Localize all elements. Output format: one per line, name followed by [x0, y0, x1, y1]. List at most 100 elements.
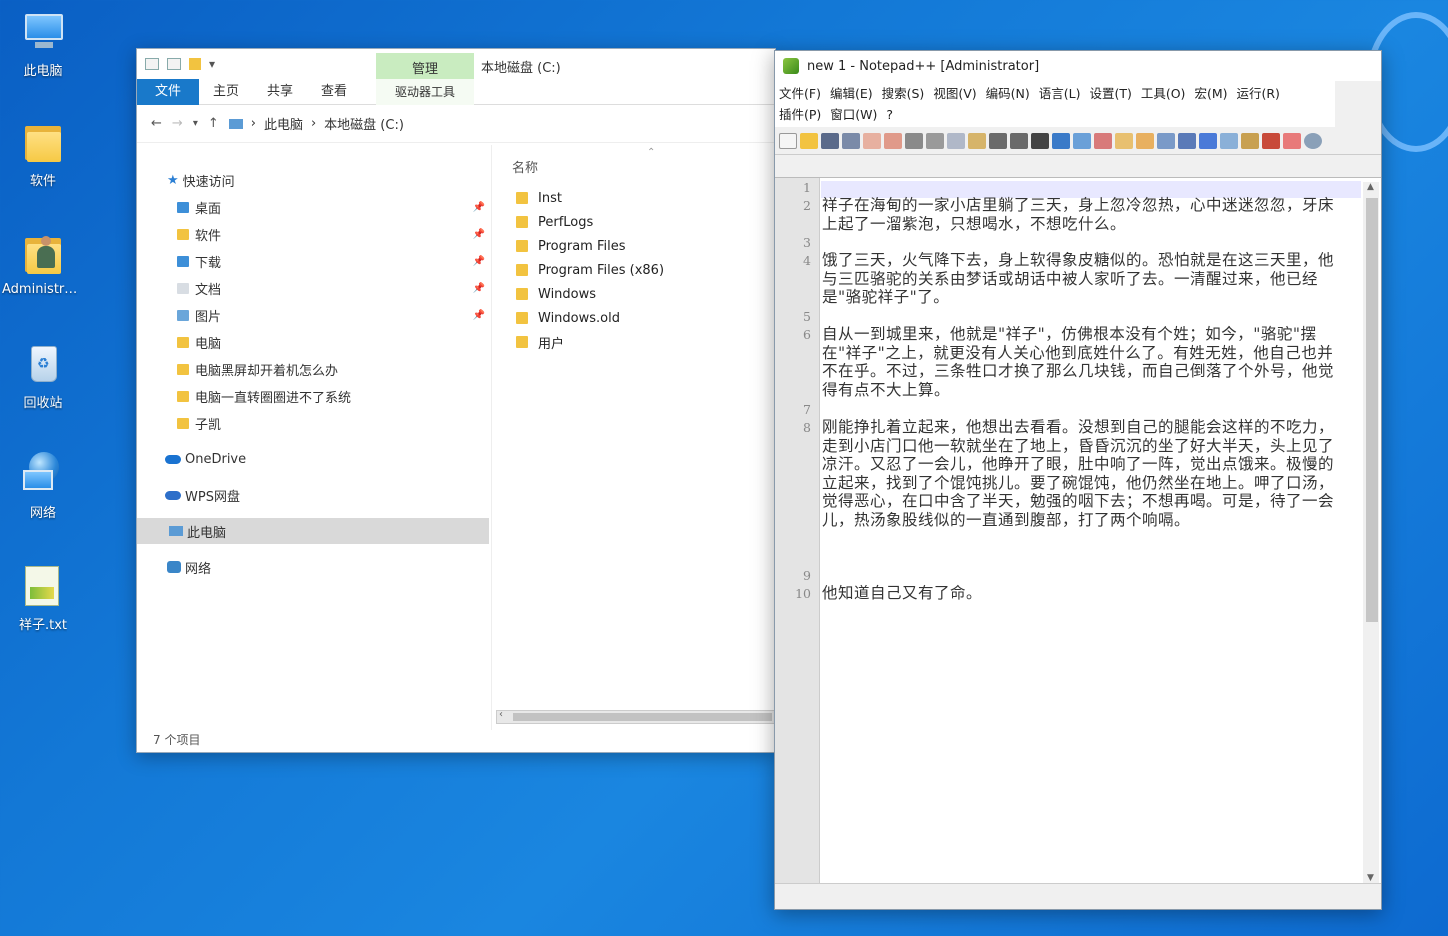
tab-home[interactable]: 主页 [199, 79, 253, 105]
breadcrumb-item[interactable]: 此电脑 [264, 114, 303, 133]
paste-icon[interactable] [968, 132, 986, 149]
text-paragraph: 自从一到城里来，他就是"祥子"，仿佛根本没有个姓；如今，"骆驼"摆在"祥子"之上… [822, 325, 1335, 399]
documents-folder-icon [177, 282, 189, 294]
doc-map-icon[interactable] [1220, 132, 1238, 149]
macro-record-icon[interactable] [1262, 132, 1280, 149]
scroll-down-icon[interactable]: ▼ [1367, 873, 1374, 883]
nav-this-pc[interactable]: 此电脑 [137, 518, 489, 544]
tab-drive-tools[interactable]: 驱动器工具 [376, 78, 474, 105]
close-all-icon[interactable] [884, 132, 902, 149]
replace-icon[interactable] [1052, 132, 1070, 149]
back-arrow-icon[interactable]: ← [151, 116, 162, 131]
open-file-icon[interactable] [800, 132, 818, 149]
file-row[interactable]: Program Files (x86) [516, 259, 664, 281]
pin-icon[interactable]: 📌 [473, 202, 485, 213]
nav-item-spinning[interactable]: 电脑一直转圈圈进不了系统 [137, 383, 489, 409]
desktop-icon-administrator[interactable]: Administra... [2, 230, 84, 297]
copy-icon[interactable] [947, 132, 965, 149]
nav-item-pictures[interactable]: 图片 📌 [137, 302, 489, 328]
sync-vertical-icon[interactable] [1115, 132, 1133, 149]
scroll-up-icon[interactable]: ▲ [1367, 182, 1374, 192]
sync-horizontal-icon[interactable] [1136, 132, 1154, 149]
manage-context-tab[interactable]: 管理 [376, 53, 474, 81]
tab-file[interactable]: 文件 [137, 78, 200, 105]
nav-item-desktop[interactable]: 桌面 📌 [137, 194, 489, 220]
menu-tools[interactable]: 工具(O) [1141, 83, 1186, 104]
nav-onedrive[interactable]: OneDrive [137, 446, 489, 472]
menu-macro[interactable]: 宏(M) [1194, 83, 1227, 104]
menu-view[interactable]: 视图(V) [933, 83, 976, 104]
new-file-icon[interactable] [779, 132, 797, 149]
pin-icon[interactable]: 📌 [473, 310, 485, 321]
breadcrumb-item[interactable]: 本地磁盘 (C:) [324, 114, 404, 133]
indent-guide-icon[interactable] [1199, 132, 1217, 149]
desktop-icon-this-pc[interactable]: 此电脑 [2, 8, 84, 79]
file-row[interactable]: Program Files [516, 235, 626, 257]
find-icon[interactable] [1031, 132, 1049, 149]
drive-icon[interactable] [145, 58, 159, 70]
menu-help[interactable]: ? [886, 104, 893, 125]
menu-search[interactable]: 搜索(S) [882, 83, 925, 104]
pin-icon[interactable]: 📌 [473, 229, 485, 240]
nav-item-documents[interactable]: 文档 📌 [137, 275, 489, 301]
menu-plugins[interactable]: 插件(P) [779, 104, 821, 125]
undo-icon[interactable] [989, 132, 1007, 149]
show-all-chars-icon[interactable] [1178, 132, 1196, 149]
menu-file[interactable]: 文件(F) [779, 83, 821, 104]
nav-wps[interactable]: WPS网盘 [137, 482, 489, 508]
chevron-down-icon[interactable]: ▾ [209, 57, 215, 71]
up-arrow-icon[interactable]: ↑ [208, 116, 219, 131]
menu-encoding[interactable]: 编码(N) [986, 83, 1030, 104]
desktop-icon-recycle-bin[interactable]: 回收站 [2, 340, 84, 411]
close-icon[interactable] [863, 132, 881, 149]
desktop-icon-network[interactable]: 网络 [2, 450, 84, 521]
pin-icon[interactable]: 📌 [473, 256, 485, 267]
file-row[interactable]: PerfLogs [516, 211, 593, 233]
save-icon[interactable] [821, 132, 839, 149]
macro-stop-icon[interactable] [1283, 132, 1301, 149]
desktop-icon-software[interactable]: 软件 [2, 118, 84, 189]
tab-view[interactable]: 查看 [307, 79, 361, 105]
vertical-scrollbar[interactable]: ▲ ▼ [1363, 182, 1379, 885]
forward-arrow-icon[interactable]: → [172, 116, 183, 131]
print-icon[interactable] [905, 132, 923, 149]
nav-item-black-screen[interactable]: 电脑黑屏却开着机怎么办 [137, 356, 489, 382]
eye-icon[interactable] [1304, 132, 1322, 149]
scroll-left-icon[interactable]: ‹ [499, 709, 503, 720]
horizontal-scrollbar[interactable]: ‹ [496, 709, 775, 724]
file-row[interactable]: Windows.old [516, 307, 620, 329]
file-row[interactable]: Windows [516, 283, 596, 305]
nav-item-software[interactable]: 软件 📌 [137, 221, 489, 247]
menu-language[interactable]: 语言(L) [1039, 83, 1081, 104]
text-editor[interactable]: 1 2 3 4 5 6 7 8 9 10 祥子在海甸的一家小店里躺了三天，身上忽… [775, 177, 1381, 885]
scrollbar-thumb[interactable] [1366, 198, 1378, 622]
nav-item-zikai[interactable]: 子凯 [137, 410, 489, 436]
nav-item-computer[interactable]: 电脑 [137, 329, 489, 355]
file-row[interactable]: 用户 [516, 331, 564, 353]
recent-chevron-icon[interactable]: ▾ [193, 118, 198, 129]
menu-window[interactable]: 窗口(W) [830, 104, 877, 125]
function-list-icon[interactable] [1241, 132, 1259, 149]
desktop-icon-text-file[interactable]: 祥子.txt [2, 562, 84, 633]
line-number: 10 [795, 586, 811, 601]
menu-settings[interactable]: 设置(T) [1089, 83, 1131, 104]
zoom-out-icon[interactable] [1094, 132, 1112, 149]
pin-icon[interactable]: 📌 [473, 283, 485, 294]
nav-quick-access[interactable]: ★ 快速访问 [137, 167, 489, 193]
tab-share[interactable]: 共享 [253, 79, 307, 105]
properties-icon[interactable] [167, 58, 181, 70]
nav-item-downloads[interactable]: 下载 📌 [137, 248, 489, 274]
menu-edit[interactable]: 编辑(E) [830, 83, 873, 104]
new-folder-icon[interactable] [189, 58, 201, 70]
redo-icon[interactable] [1010, 132, 1028, 149]
breadcrumb[interactable]: › 此电脑 › 本地磁盘 (C:) [228, 114, 404, 133]
menu-run[interactable]: 运行(R) [1236, 83, 1279, 104]
file-row[interactable]: Inst [516, 187, 562, 209]
nav-network[interactable]: 网络 [137, 554, 489, 580]
scrollbar-thumb[interactable] [513, 713, 772, 721]
cut-icon[interactable] [926, 132, 944, 149]
zoom-in-icon[interactable] [1073, 132, 1091, 149]
word-wrap-icon[interactable] [1157, 132, 1175, 149]
save-all-icon[interactable] [842, 132, 860, 149]
column-header-name[interactable]: 名称 [512, 157, 538, 176]
